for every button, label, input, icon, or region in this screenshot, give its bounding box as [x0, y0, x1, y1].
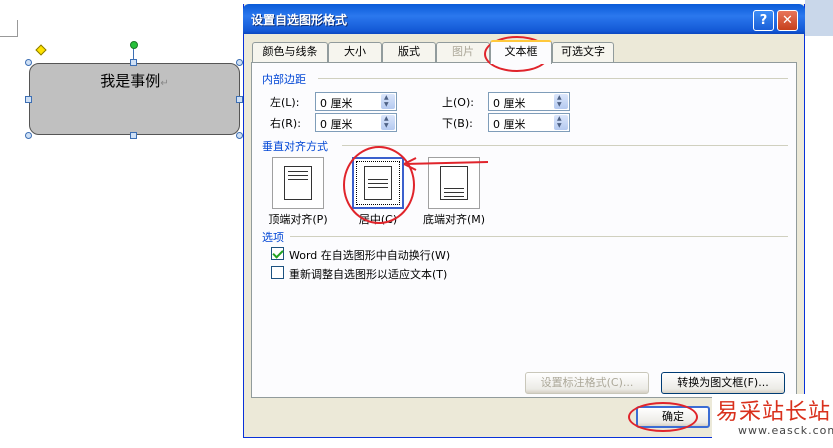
top-margin-label: 上(O): — [442, 96, 474, 109]
group-divider — [290, 236, 788, 237]
group-title-vertical-alignment: 垂直对齐方式 — [262, 140, 328, 153]
rotation-handle[interactable] — [130, 41, 138, 49]
resize-handle-top-right[interactable] — [236, 59, 243, 66]
valign-top-option[interactable] — [272, 157, 324, 209]
tab-size[interactable]: 大小 — [328, 42, 382, 62]
site-watermark: 易采站长站 www.easck.com — [712, 394, 833, 448]
group-title-options: 选项 — [262, 231, 284, 244]
dialog-titlebar[interactable]: 设置自选图形格式 ? ✕ — [243, 4, 805, 34]
resize-handle-bottom[interactable] — [130, 132, 137, 139]
document-canvas: 我是事例↵ — [0, 0, 245, 448]
paragraph-mark: ↵ — [160, 78, 169, 89]
bottom-margin-arrows[interactable]: ▲ ▼ — [554, 115, 568, 130]
left-margin-arrows[interactable]: ▲ ▼ — [381, 94, 395, 109]
resize-handle-bottom-left[interactable] — [25, 132, 32, 139]
resize-handle-left[interactable] — [25, 96, 32, 103]
top-margin-spinner[interactable]: 0 厘米 ▲ ▼ — [488, 92, 570, 111]
resize-handle-bottom-right[interactable] — [236, 132, 243, 139]
help-button[interactable]: ? — [753, 10, 774, 31]
left-margin-value[interactable]: 0 厘米 — [320, 95, 353, 111]
valign-bottom-label: 底端对齐(M) — [422, 213, 486, 226]
resize-shape-checkbox[interactable] — [271, 266, 284, 279]
bottom-margin-label: 下(B): — [442, 117, 473, 130]
shape-text[interactable]: 我是事例↵ — [30, 70, 239, 91]
background-titlebar — [805, 0, 833, 36]
left-margin-label: 左(L): — [270, 96, 300, 109]
watermark-url: www.easck.com — [738, 424, 833, 437]
right-margin-spinner[interactable]: 0 厘米 ▲ ▼ — [315, 113, 397, 132]
resize-handle-right[interactable] — [236, 96, 243, 103]
right-margin-label: 右(R): — [270, 117, 301, 130]
tab-textbox[interactable]: 文本框 — [490, 40, 552, 64]
bottom-margin-spinner[interactable]: 0 厘米 ▲ ▼ — [488, 113, 570, 132]
tab-layout[interactable]: 版式 — [382, 42, 436, 62]
rounded-rectangle-shape[interactable]: 我是事例↵ — [29, 63, 240, 135]
group-divider — [342, 145, 788, 146]
page-corner-mark-vertical — [17, 20, 18, 37]
page-corner-mark — [0, 36, 18, 37]
resize-shape-label[interactable]: 重新调整自选图形以适应文本(T) — [289, 266, 447, 282]
bottom-margin-value[interactable]: 0 厘米 — [493, 116, 526, 132]
resize-handle-top-left[interactable] — [25, 59, 32, 66]
group-divider — [318, 78, 788, 79]
shape-text-content: 我是事例 — [100, 72, 161, 90]
background-window-strip — [805, 0, 833, 448]
wrap-text-label[interactable]: Word 在自选图形中自动换行(W) — [289, 247, 450, 263]
dialog-title: 设置自选图形格式 — [251, 13, 348, 27]
right-margin-arrows[interactable]: ▲ ▼ — [381, 115, 395, 130]
valign-top-label: 顶端对齐(P) — [268, 213, 328, 226]
tab-colors-lines[interactable]: 颜色与线条 — [252, 42, 328, 62]
tab-alt-text[interactable]: 可选文字 — [552, 42, 614, 62]
annotation-circle-ok-button — [628, 402, 698, 432]
left-margin-spinner[interactable]: 0 厘米 ▲ ▼ — [315, 92, 397, 111]
top-margin-arrows[interactable]: ▲ ▼ — [554, 94, 568, 109]
format-callout-button: 设置标注格式(C)... — [525, 372, 649, 394]
wrap-text-checkbox[interactable] — [271, 247, 284, 260]
convert-to-frame-button[interactable]: 转换为图文框(F)... — [661, 372, 785, 394]
valign-top-preview — [284, 166, 312, 200]
group-title-margins: 内部边距 — [262, 73, 306, 86]
resize-handle-top[interactable] — [130, 59, 137, 66]
adjust-handle[interactable] — [35, 44, 47, 56]
close-button[interactable]: ✕ — [777, 10, 798, 31]
top-margin-value[interactable]: 0 厘米 — [493, 95, 526, 111]
annotation-arrow — [403, 157, 489, 171]
right-margin-value[interactable]: 0 厘米 — [320, 116, 353, 132]
tab-picture: 图片 — [436, 42, 490, 62]
watermark-chinese: 易采站长站 — [716, 400, 832, 425]
textbox-tab-panel: 内部边距 左(L): 0 厘米 ▲ ▼ 上(O): 0 厘米 ▲ ▼ 右(R): 0… — [251, 62, 797, 398]
